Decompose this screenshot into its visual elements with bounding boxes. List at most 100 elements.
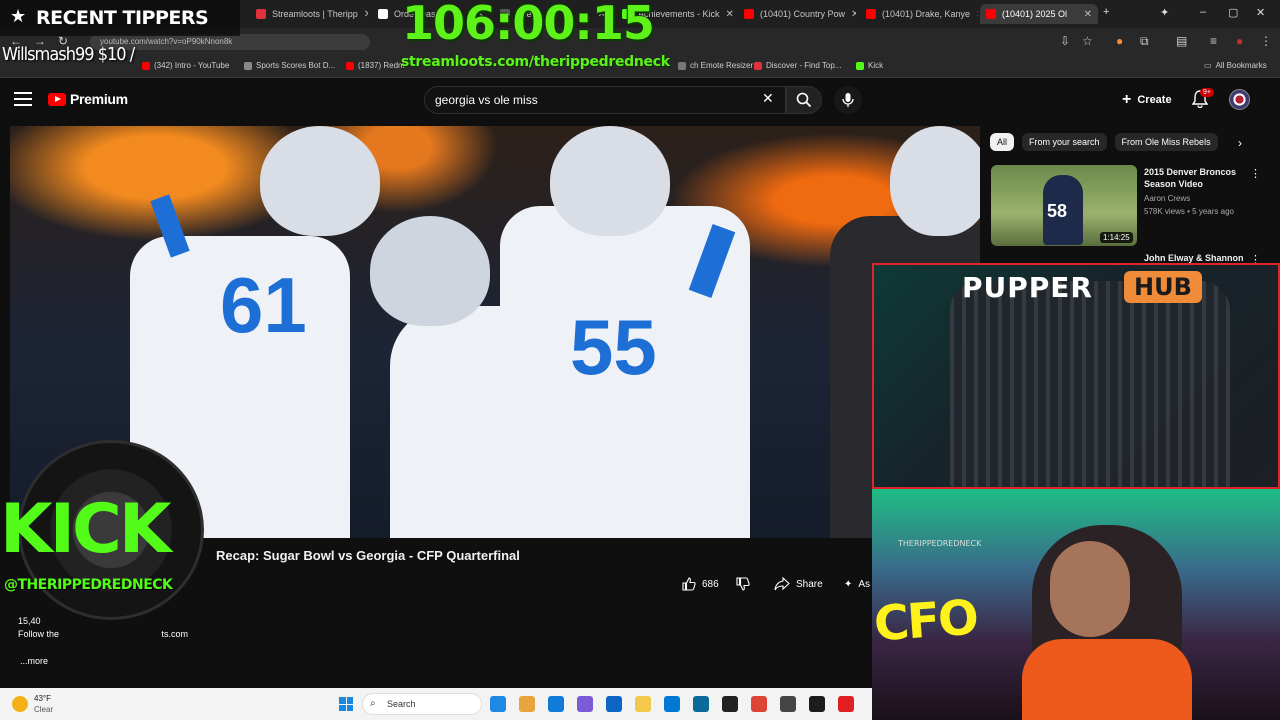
close-icon[interactable]: ✕	[851, 9, 856, 20]
microphone-icon	[842, 93, 854, 107]
bookmark-item[interactable]: ch Emote Resizer	[678, 61, 753, 70]
description-text: Follow the	[18, 629, 60, 639]
bookmark-star-icon[interactable]: ☆	[1082, 34, 1093, 48]
taskbar-app-icon[interactable]	[809, 696, 825, 712]
search-icon: ⌕	[370, 698, 376, 709]
all-bookmarks-button[interactable]: ▭ All Bookmarks	[1204, 61, 1267, 70]
chip-from-your-search[interactable]: From your search	[1022, 133, 1107, 151]
taskbar-app-icon[interactable]	[490, 696, 506, 712]
pupper-title: PUPPER	[962, 271, 1093, 304]
bookmark-item[interactable]: Discover - Find Top...	[754, 61, 841, 70]
bookmark-label: (1837) Redm	[358, 61, 405, 70]
recommendation-title[interactable]: 2015 Denver Broncos Season Video	[1144, 166, 1248, 190]
recommendation-channel[interactable]: Aaron Crews	[1144, 194, 1190, 203]
bookmark-label: (342) Intro - YouTube	[154, 61, 230, 70]
new-tab-icon[interactable]: +	[1103, 6, 1109, 18]
dislike-button[interactable]	[736, 572, 750, 596]
extension-icon[interactable]: ●	[1116, 34, 1123, 48]
windows-start-icon[interactable]	[339, 697, 353, 711]
show-more-link[interactable]: ...more	[20, 656, 48, 666]
taskbar-app-icon[interactable]	[693, 696, 709, 712]
search-icon	[796, 92, 812, 108]
bookmark-label: Discover - Find Top...	[766, 61, 842, 70]
bookmark-item[interactable]: Sports Scores Bot D...	[244, 61, 335, 70]
hamburger-menu-icon[interactable]	[14, 92, 32, 106]
close-icon[interactable]: ✕	[1084, 9, 1092, 20]
youtube-logo[interactable]: Premium	[48, 91, 128, 107]
browser-tab[interactable]: (10401) Country Pow ✕	[738, 4, 856, 24]
subathon-timer: 106:00:15	[402, 0, 655, 50]
window-close-icon[interactable]: ✕	[1256, 6, 1265, 19]
ask-button[interactable]: ✦ As	[844, 572, 870, 596]
taskbar-search-input[interactable]: Search	[362, 693, 482, 715]
plus-icon: +	[1122, 91, 1132, 108]
chevron-right-icon[interactable]: ›	[1238, 136, 1242, 150]
all-bookmarks-label: All Bookmarks	[1215, 61, 1267, 70]
bookmark-favicon	[346, 61, 354, 70]
taskbar-app-icon[interactable]	[722, 696, 738, 712]
close-icon[interactable]: ✕	[364, 9, 368, 20]
kick-handle: @THERIPPEDREDNECK	[4, 577, 173, 593]
like-button[interactable]: 686	[682, 572, 719, 596]
tab-favicon	[378, 9, 388, 19]
share-button[interactable]: Share	[774, 572, 823, 596]
close-icon[interactable]: ✕	[726, 9, 734, 20]
taskbar-app-icon[interactable]	[838, 696, 854, 712]
player-helmet	[890, 126, 980, 236]
tab-search-icon[interactable]: ✦	[1160, 6, 1169, 19]
tab-favicon	[744, 9, 754, 19]
bookmark-item[interactable]: (1837) Redm	[346, 61, 405, 70]
bookmark-item[interactable]: Kick	[856, 61, 883, 70]
browser-tab[interactable]: Streamloots | Theripp ✕	[250, 4, 368, 24]
browser-tab-active[interactable]: (10401) 2025 Ol ✕	[980, 4, 1098, 24]
video-duration: 1:14:25	[1100, 232, 1133, 243]
search-button[interactable]	[786, 86, 822, 114]
taskbar-app-icon[interactable]	[606, 696, 622, 712]
taskbar-app-icon[interactable]	[577, 696, 593, 712]
more-menu-icon[interactable]: ⋮	[1260, 34, 1272, 48]
recommendation-chips: All From your search From Ole Miss Rebel…	[990, 130, 1260, 154]
description-line: Follow the ts.com	[18, 629, 188, 639]
more-actions-icon[interactable]: ⋮	[1250, 167, 1261, 180]
close-icon[interactable]: ✕	[976, 9, 978, 20]
taskbar-app-icon[interactable]	[780, 696, 796, 712]
streamer-webcam: THERIPPEDREDNECK CFO	[872, 489, 1280, 720]
weather-temperature[interactable]: 43°F	[34, 694, 51, 703]
media-icon[interactable]: ≡	[1210, 34, 1217, 48]
kick-wordmark: KICK	[0, 490, 172, 569]
bookmark-item[interactable]: (342) Intro - YouTube	[142, 61, 229, 70]
browser-tab[interactable]: (10401) Drake, Kanye ✕	[860, 4, 978, 24]
taskbar-app-icon[interactable]	[664, 696, 680, 712]
profile-icon[interactable]: ●	[1236, 34, 1243, 48]
tab-favicon	[866, 9, 876, 19]
taskbar-app-icon[interactable]	[519, 696, 535, 712]
video-title: Recap: Sugar Bowl vs Georgia - CFP Quart…	[216, 548, 520, 563]
recommendation-title[interactable]: John Elway & Shannon	[1144, 253, 1244, 263]
taskbar-app-icon[interactable]	[548, 696, 564, 712]
streamer-jersey	[1022, 639, 1192, 720]
install-icon[interactable]: ⇩	[1060, 34, 1070, 48]
bookmark-favicon	[856, 61, 864, 70]
search-input[interactable]: georgia vs ole miss	[424, 86, 786, 114]
streamloots-url: streamloots.com/therippedredneck	[401, 54, 670, 70]
taskbar-app-icon[interactable]	[751, 696, 767, 712]
weather-sun-icon[interactable]	[12, 696, 28, 712]
logo-text: Premium	[70, 91, 128, 107]
extensions-puzzle-icon[interactable]: ⧉	[1140, 34, 1149, 49]
minimize-icon[interactable]: –	[1200, 6, 1206, 18]
tab-label: (10401) Country Pow	[760, 9, 846, 19]
voice-search-button[interactable]	[834, 86, 862, 114]
tab-label: Streamloots | Theripp	[272, 9, 358, 19]
tab-label: (10401) 2025 Ol	[1002, 9, 1068, 19]
chip-from-ole-miss-rebels[interactable]: From Ole Miss Rebels	[1114, 133, 1218, 151]
sidebar-icon[interactable]: ▤	[1176, 34, 1187, 48]
clear-search-icon[interactable]: ✕	[762, 90, 774, 107]
weather-condition[interactable]: Clear	[34, 705, 53, 714]
create-button[interactable]: + Create	[1122, 89, 1172, 111]
folder-icon: ▭	[1204, 61, 1212, 70]
taskbar-app-icon[interactable]	[635, 696, 651, 712]
account-avatar[interactable]	[1229, 89, 1250, 110]
tab-label: (10401) Drake, Kanye	[882, 9, 971, 19]
chip-all[interactable]: All	[990, 133, 1015, 151]
maximize-icon[interactable]: ▢	[1228, 6, 1238, 19]
